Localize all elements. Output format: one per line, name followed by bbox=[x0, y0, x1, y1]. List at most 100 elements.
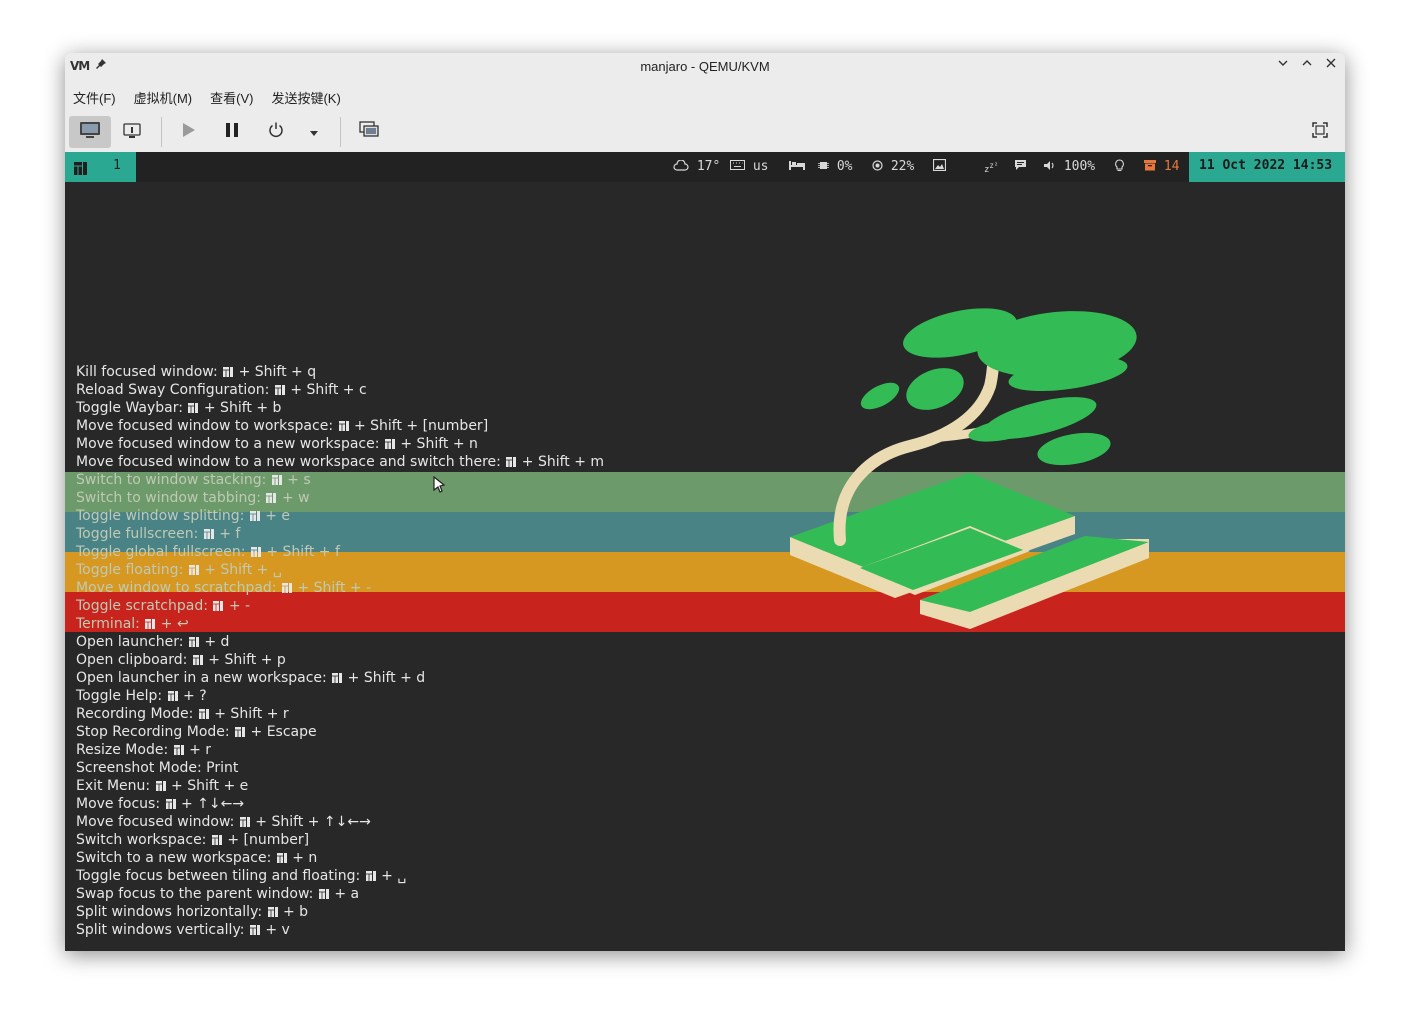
run-button[interactable] bbox=[173, 116, 203, 148]
package-icon bbox=[1144, 160, 1156, 171]
sleep-icon: zz² bbox=[984, 161, 999, 175]
super-key-icon bbox=[338, 421, 349, 431]
super-key-icon bbox=[271, 475, 282, 485]
volume-module[interactable]: 100% bbox=[1043, 159, 1095, 174]
keybinding-help-list: Kill focused window: + Shift + q Reload S… bbox=[76, 363, 604, 939]
close-button[interactable] bbox=[1323, 57, 1339, 75]
super-key-icon bbox=[192, 652, 204, 668]
keybinding-line: Toggle scratchpad: + - bbox=[76, 597, 604, 615]
fullscreen-button[interactable] bbox=[1305, 116, 1335, 148]
super-key-icon bbox=[267, 907, 278, 917]
super-key-icon bbox=[505, 454, 517, 470]
keybinding-keys: + Shift + q bbox=[238, 364, 317, 380]
cloud-icon bbox=[673, 159, 689, 171]
pause-button[interactable] bbox=[217, 116, 247, 148]
window-controls bbox=[1275, 57, 1339, 75]
super-key-icon bbox=[249, 511, 260, 521]
super-key-icon bbox=[213, 601, 224, 611]
idle-inhibitor-module[interactable] bbox=[789, 159, 805, 174]
super-key-icon bbox=[250, 547, 261, 557]
super-key-icon bbox=[203, 526, 215, 542]
keybinding-keys: + w bbox=[281, 490, 310, 506]
keybinding-keys: + Shift + r bbox=[214, 706, 289, 722]
keybinding-line: Toggle global fullscreen: + Shift + f bbox=[76, 543, 604, 561]
super-key-icon bbox=[266, 493, 277, 503]
keybinding-line: Switch workspace: + [number] bbox=[76, 831, 604, 849]
keybinding-keys: + Shift + p bbox=[208, 652, 286, 668]
workspace-button[interactable]: 1 bbox=[65, 152, 136, 182]
maximize-button[interactable] bbox=[1299, 57, 1315, 75]
menu-vm[interactable]: 虚拟机(M) bbox=[134, 82, 202, 108]
keybinding-action: Swap focus to the parent window: bbox=[76, 886, 314, 902]
keyboard-layout-module[interactable]: us bbox=[730, 159, 768, 174]
cpu-module[interactable]: 0% bbox=[818, 159, 852, 174]
keybinding-action: Move window to scratchpad: bbox=[76, 580, 277, 596]
keybinding-line: Switch to window stacking: + s bbox=[76, 471, 604, 489]
keybinding-action: Toggle Waybar: bbox=[76, 400, 183, 416]
shutdown-button[interactable] bbox=[261, 116, 291, 148]
guest-display[interactable]: 1 17° us 0% 22% zz² 100% 14 11 Oct 2022 … bbox=[65, 152, 1345, 951]
keybinding-keys: + ␣ bbox=[381, 868, 407, 884]
memory-module[interactable]: 22% bbox=[872, 159, 914, 174]
waybar: 1 17° us 0% 22% zz² 100% 14 11 Oct 2022 … bbox=[65, 152, 1345, 182]
keybinding-line: Stop Recording Mode: + Escape bbox=[76, 723, 604, 741]
keybinding-keys: + d bbox=[204, 634, 230, 650]
super-key-icon bbox=[271, 472, 283, 488]
keybinding-keys: + ↑↓←→ bbox=[180, 796, 245, 812]
keybinding-line: Recording Mode: + Shift + r bbox=[76, 705, 604, 723]
menu-view[interactable]: 查看(V) bbox=[210, 82, 262, 108]
backlight-module[interactable] bbox=[1114, 159, 1125, 176]
keybinding-keys: + Shift + n bbox=[400, 436, 478, 452]
super-key-icon bbox=[276, 850, 288, 866]
keybinding-keys: + a bbox=[334, 886, 360, 902]
shutdown-menu-button[interactable] bbox=[303, 116, 325, 148]
sleep-module[interactable]: zz² bbox=[984, 161, 998, 175]
keybinding-line: Open launcher: + d bbox=[76, 633, 604, 651]
super-key-icon bbox=[365, 871, 376, 881]
memory-usage: 22% bbox=[890, 159, 915, 174]
super-key-icon bbox=[173, 742, 185, 758]
super-key-icon bbox=[203, 529, 214, 539]
super-key-icon bbox=[249, 508, 261, 524]
toolbar-separator bbox=[340, 117, 341, 147]
console-button[interactable] bbox=[69, 116, 111, 148]
super-key-icon bbox=[222, 364, 234, 380]
keybinding-keys: + Shift + c bbox=[290, 382, 367, 398]
super-key-icon bbox=[211, 832, 223, 848]
notification-module[interactable] bbox=[1014, 159, 1027, 175]
pause-icon bbox=[223, 121, 241, 143]
keybinding-line: Toggle Help: + ? bbox=[76, 687, 604, 705]
keybinding-keys: + e bbox=[265, 508, 291, 524]
minimize-button[interactable] bbox=[1275, 57, 1291, 75]
toolbar bbox=[65, 108, 1345, 152]
keybinding-keys: Print bbox=[206, 760, 239, 776]
menu-send-key[interactable]: 发送按键(K) bbox=[271, 82, 349, 108]
keybinding-line: Toggle window splitting: + e bbox=[76, 507, 604, 525]
keybinding-keys: + r bbox=[189, 742, 212, 758]
fullscreen-icon bbox=[1311, 121, 1329, 143]
super-key-icon bbox=[249, 925, 260, 935]
super-key-icon bbox=[331, 670, 343, 686]
workspace-number: 1 bbox=[113, 158, 121, 173]
keybinding-keys: + - bbox=[228, 598, 251, 614]
keybinding-keys: + n bbox=[292, 850, 318, 866]
menu-bar: 文件(F) 虚拟机(M) 查看(V) 发送按键(K) bbox=[65, 82, 1345, 108]
screenshot-module[interactable] bbox=[932, 158, 947, 175]
super-key-icon bbox=[188, 565, 199, 575]
super-key-icon bbox=[281, 580, 293, 596]
clock-module[interactable]: 11 Oct 2022 14:53 bbox=[1189, 152, 1345, 182]
updates-module[interactable]: 14 bbox=[1144, 159, 1179, 174]
keybinding-keys: + f bbox=[219, 526, 241, 542]
menu-file[interactable]: 文件(F) bbox=[73, 82, 125, 108]
keybinding-line: Resize Mode: + r bbox=[76, 741, 604, 759]
snapshot-button[interactable] bbox=[353, 116, 385, 148]
title-bar[interactable]: VM manjaro - QEMU/KVM bbox=[65, 53, 1345, 82]
keybinding-action: Move focused window to a new workspace: bbox=[76, 436, 380, 452]
keybinding-keys: + Shift + [number] bbox=[353, 418, 489, 434]
details-button[interactable] bbox=[117, 116, 147, 148]
keybinding-action: Kill focused window: bbox=[76, 364, 218, 380]
keybinding-line: Split windows horizontally: + b bbox=[76, 903, 604, 921]
super-key-icon bbox=[318, 889, 329, 899]
keybinding-line: Toggle Waybar: + Shift + b bbox=[76, 399, 604, 417]
weather-module[interactable]: 17° bbox=[673, 159, 720, 174]
